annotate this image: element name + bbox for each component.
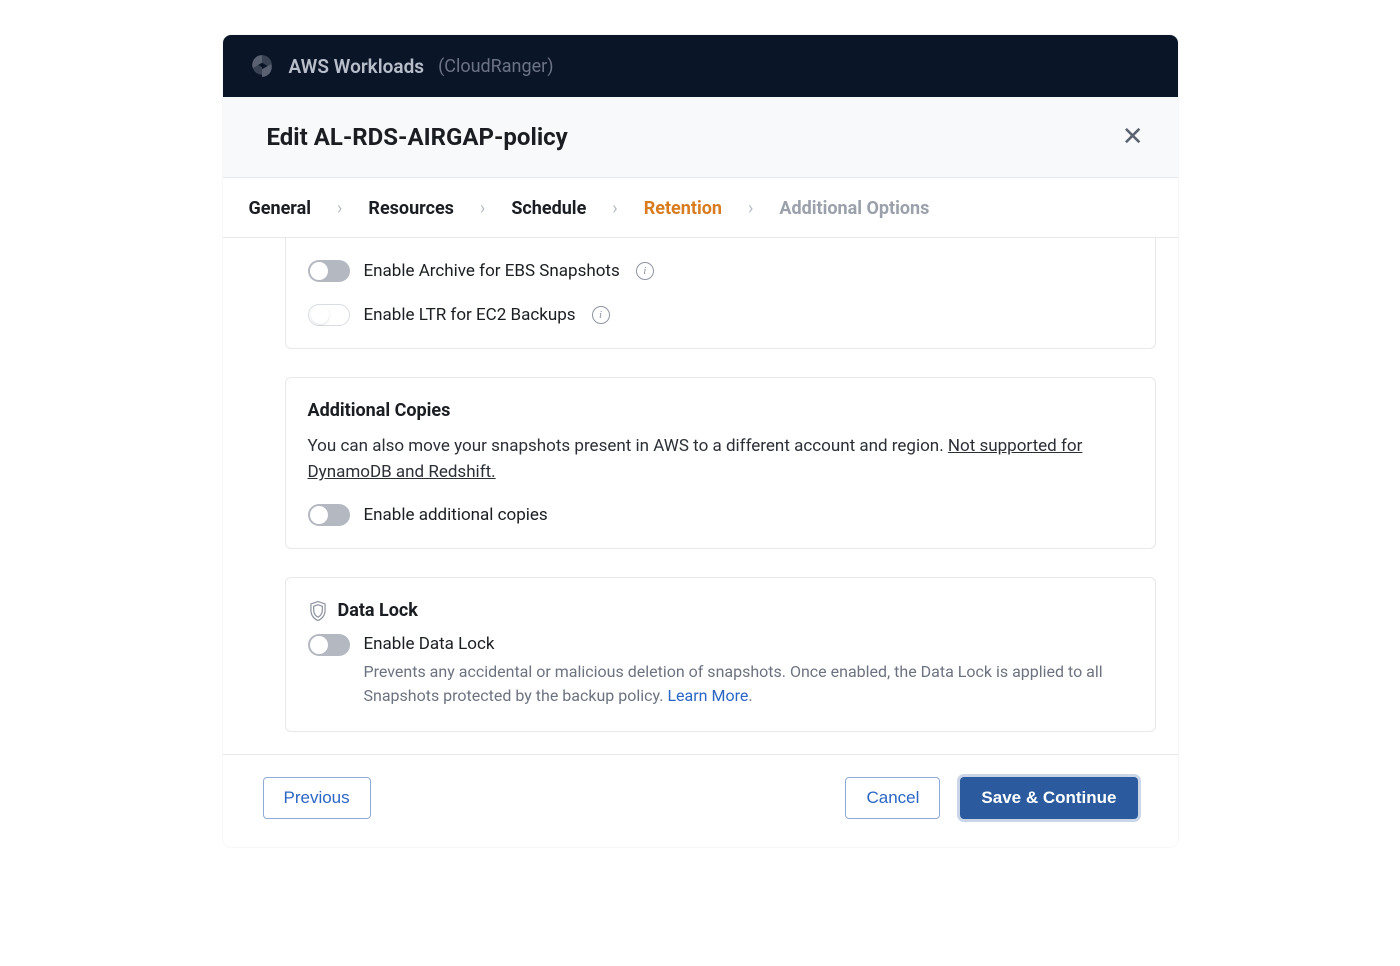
step-resources[interactable]: Resources — [360, 194, 462, 223]
close-icon[interactable]: ✕ — [1122, 124, 1144, 150]
save-continue-button[interactable]: Save & Continue — [960, 777, 1137, 819]
step-additional-options[interactable]: Additional Options — [771, 194, 937, 223]
shield-icon — [308, 600, 328, 622]
modal-content: Enable Archive for EBS Snapshots i Enabl… — [223, 238, 1178, 732]
toggle-label-additional-copies: Enable additional copies — [364, 505, 548, 525]
chevron-right-icon: › — [730, 198, 771, 219]
data-lock-block: Enable Data Lock Prevents any accidental… — [308, 634, 1133, 710]
step-schedule[interactable]: Schedule — [503, 194, 594, 223]
step-retention[interactable]: Retention — [636, 194, 730, 223]
toggle-row-ebs-archive: Enable Archive for EBS Snapshots i — [308, 260, 1133, 282]
app-topbar: AWS Workloads (CloudRanger) — [223, 35, 1178, 97]
additional-copies-card: Additional Copies You can also move your… — [285, 377, 1156, 549]
app-context: (CloudRanger) — [438, 56, 553, 77]
wizard-steps: General › Resources › Schedule › Retenti… — [223, 178, 1178, 238]
chevron-right-icon: › — [594, 198, 635, 219]
modal-title: Edit AL-RDS-AIRGAP-policy — [267, 123, 568, 151]
app-logo-icon — [249, 53, 275, 79]
toggle-enable-additional-copies[interactable] — [308, 504, 350, 526]
toggle-enable-data-lock[interactable] — [308, 634, 350, 656]
learn-more-link[interactable]: Learn More — [667, 686, 748, 705]
step-general[interactable]: General — [241, 194, 320, 223]
data-lock-card: Data Lock Enable Data Lock Prevents any … — [285, 577, 1156, 733]
toggle-row-ltr-ec2: Enable LTR for EC2 Backups i — [308, 304, 1133, 326]
additional-copies-desc: You can also move your snapshots present… — [308, 433, 1133, 486]
data-lock-title-row: Data Lock — [308, 600, 1133, 622]
additional-copies-desc-text: You can also move your snapshots present… — [308, 436, 948, 456]
policy-edit-modal: AWS Workloads (CloudRanger) Edit AL-RDS-… — [223, 35, 1178, 847]
info-icon[interactable]: i — [636, 262, 654, 280]
chevron-right-icon: › — [462, 198, 503, 219]
footer-right-group: Cancel Save & Continue — [845, 777, 1137, 819]
toggle-row-additional-copies: Enable additional copies — [308, 504, 1133, 526]
app-title: AWS Workloads — [289, 55, 425, 78]
data-lock-desc: Prevents any accidental or malicious del… — [364, 660, 1133, 710]
previous-button[interactable]: Previous — [263, 777, 371, 819]
modal-footer: Previous Cancel Save & Continue — [223, 754, 1178, 847]
toggle-enable-archive-ebs[interactable] — [308, 260, 350, 282]
data-lock-toggle-label: Enable Data Lock — [364, 634, 1133, 654]
retention-toggles-card: Enable Archive for EBS Snapshots i Enabl… — [285, 238, 1156, 349]
info-icon[interactable]: i — [592, 306, 610, 324]
toggle-label-ltr-ec2: Enable LTR for EC2 Backups — [364, 305, 576, 325]
data-lock-text: Enable Data Lock Prevents any accidental… — [364, 634, 1133, 710]
data-lock-title: Data Lock — [338, 600, 418, 621]
toggle-label-ebs-archive: Enable Archive for EBS Snapshots — [364, 261, 620, 281]
chevron-right-icon: › — [319, 198, 360, 219]
additional-copies-title: Additional Copies — [308, 400, 1133, 421]
modal-titlebar: Edit AL-RDS-AIRGAP-policy ✕ — [223, 97, 1178, 178]
cancel-button[interactable]: Cancel — [845, 777, 940, 819]
toggle-enable-ltr-ec2[interactable] — [308, 304, 350, 326]
